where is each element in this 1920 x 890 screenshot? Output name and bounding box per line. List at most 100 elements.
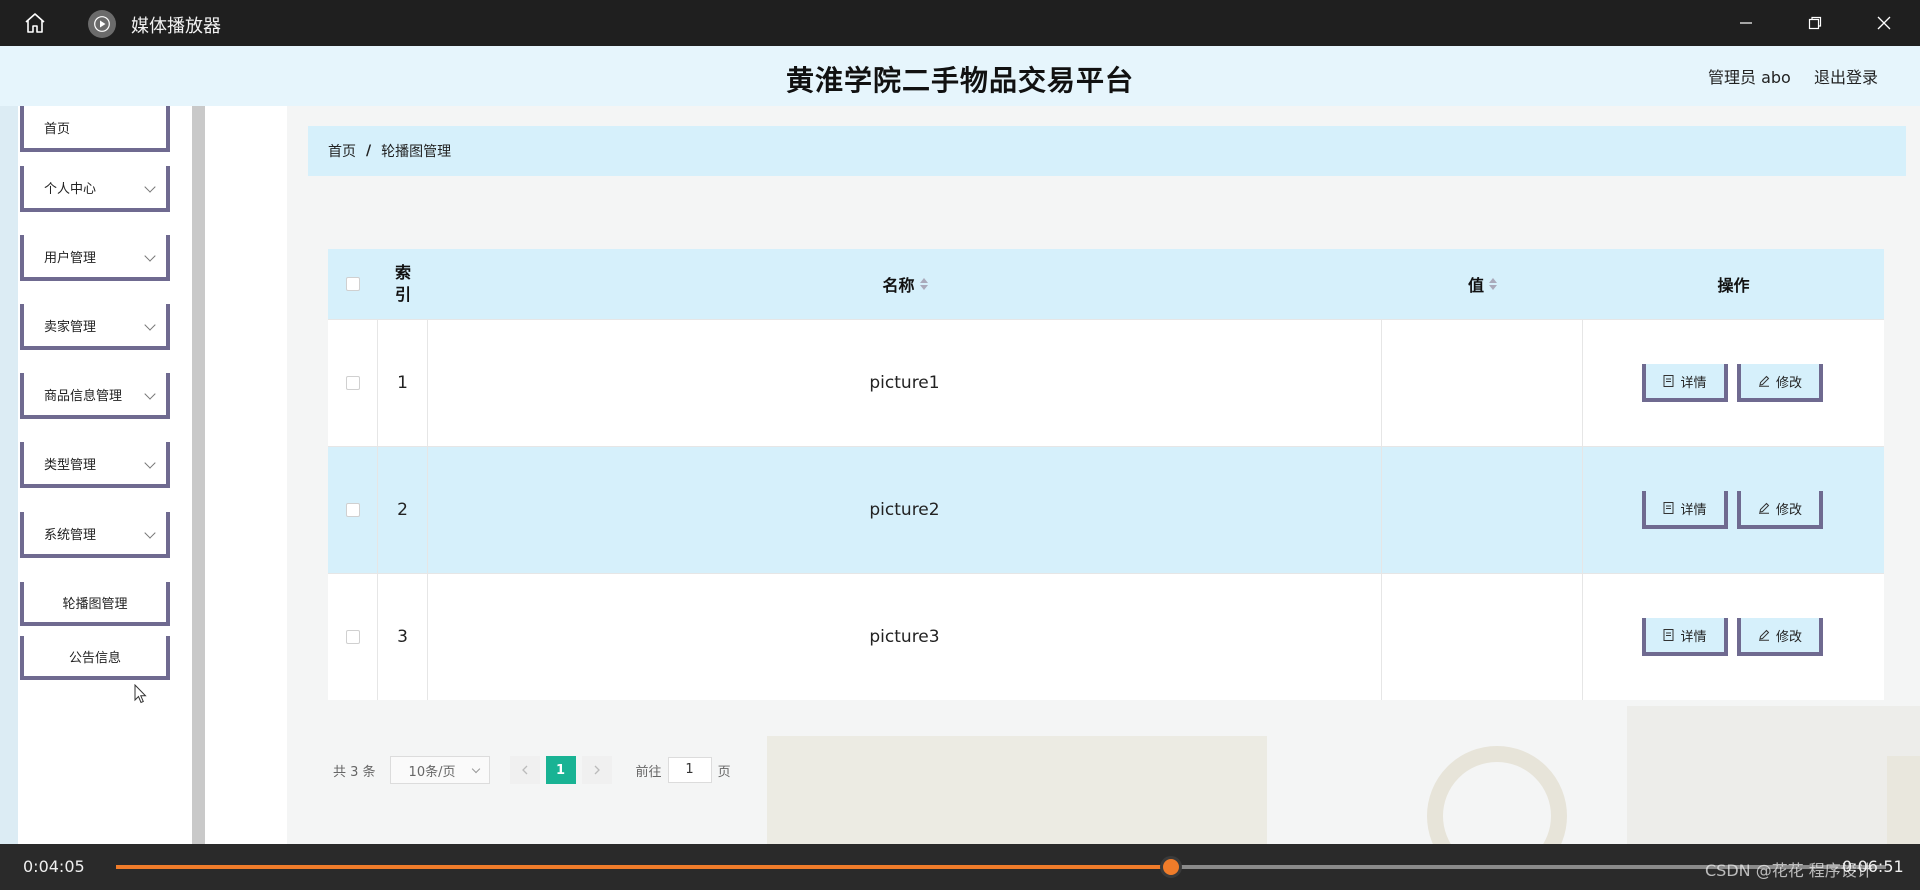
sidebar-item-carousel[interactable]: 轮播图管理 <box>20 582 170 626</box>
background-decoration <box>1627 706 1920 844</box>
breadcrumb-home[interactable]: 首页 <box>328 141 356 161</box>
sidebar-item-label: 商品信息管理 <box>44 388 123 404</box>
sidebar-item-announcements[interactable]: 公告信息 <box>20 636 170 680</box>
row-ops-cell: 详情 修改 <box>1583 320 1884 446</box>
table-header: 索 引 名称 值 操作 <box>328 249 1884 319</box>
row-checkbox[interactable] <box>345 376 360 390</box>
edit-button-label: 修改 <box>1775 629 1802 645</box>
chevron-down-icon <box>144 388 156 400</box>
edit-button-label: 修改 <box>1775 502 1802 518</box>
row-ops-cell: 详情 修改 <box>1583 447 1884 573</box>
chevron-down-icon <box>471 764 480 774</box>
current-time: 0:04:05 <box>23 857 85 876</box>
table-row: 2 picture2 详情 修改 <box>328 446 1884 573</box>
row-index: 1 <box>397 373 408 393</box>
maximize-icon[interactable] <box>1797 8 1833 38</box>
row-checkbox[interactable] <box>345 630 360 644</box>
close-icon[interactable] <box>1866 8 1902 38</box>
pagination: 共 3 条 10条/页 1 前往 1 页 <box>333 756 731 784</box>
edit-button[interactable]: 修改 <box>1737 618 1823 656</box>
pagination-total: 共 3 条 <box>333 764 376 780</box>
background-decoration <box>1887 756 1920 844</box>
header-index-line: 索 <box>394 263 411 282</box>
chevron-left-icon <box>521 765 528 775</box>
row-name: picture1 <box>869 373 940 393</box>
seek-bar[interactable] <box>116 856 1886 878</box>
site-header: 黄淮学院二手物品交易平台 管理员 abo 退出登录 <box>0 46 1920 106</box>
row-ops-cell: 详情 修改 <box>1583 574 1884 700</box>
minimize-icon[interactable] <box>1728 8 1764 38</box>
sort-icon[interactable] <box>919 278 928 290</box>
row-name: picture2 <box>869 500 940 520</box>
edit-button[interactable]: 修改 <box>1737 491 1823 529</box>
sidebar-item-seller-management[interactable]: 卖家管理 <box>20 304 170 350</box>
admin-label: 管理员 abo <box>1708 68 1791 87</box>
chevron-down-icon <box>144 319 156 331</box>
sidebar-item-goods-management[interactable]: 商品信息管理 <box>20 373 170 419</box>
background-decoration <box>767 736 1267 844</box>
sidebar-item-system-management[interactable]: 系统管理 <box>20 512 170 558</box>
row-index-cell: 2 <box>378 447 428 573</box>
sidebar-item-type-management[interactable]: 类型管理 <box>20 442 170 488</box>
seek-bar-progress <box>116 865 1171 869</box>
select-all-checkbox[interactable] <box>346 277 360 291</box>
detail-button[interactable]: 详情 <box>1642 618 1728 656</box>
edit-icon <box>1758 375 1770 387</box>
chevron-down-icon <box>144 457 156 469</box>
row-value-cell <box>1382 320 1583 446</box>
total-time: 0:06:51 <box>1842 857 1904 876</box>
player-title-bar: 媒体播放器 <box>0 0 1920 46</box>
sidebar-item-label: 用户管理 <box>44 250 97 266</box>
logout-link[interactable]: 退出登录 <box>1814 64 1878 88</box>
detail-button[interactable]: 详情 <box>1642 364 1728 402</box>
row-index-cell: 1 <box>378 320 428 446</box>
row-checkbox-cell <box>328 447 378 573</box>
prev-page-button[interactable] <box>509 756 540 784</box>
chevron-right-icon <box>594 765 600 775</box>
sidebar-item-label: 类型管理 <box>44 457 97 473</box>
table-row: 1 picture1 详情 修改 <box>328 319 1884 446</box>
header-name[interactable]: 名称 <box>428 249 1382 319</box>
chevron-down-icon <box>144 181 156 193</box>
row-name-cell: picture1 <box>428 320 1382 446</box>
row-checkbox-cell <box>328 574 378 700</box>
sort-icon[interactable] <box>1489 278 1497 290</box>
row-value-cell <box>1382 574 1583 700</box>
sidebar-item-personal-center[interactable]: 个人中心 <box>20 166 170 212</box>
page-size-select[interactable]: 10条/页 <box>389 756 490 784</box>
video-frame: 黄淮学院二手物品交易平台 管理员 abo 退出登录 首页 个人中心 用户管理 卖… <box>0 46 1920 844</box>
play-icon <box>88 10 116 38</box>
header-ops-label: 操作 <box>1717 276 1750 295</box>
background-decoration <box>1427 746 1567 844</box>
edit-button[interactable]: 修改 <box>1737 364 1823 402</box>
breadcrumb-current: 轮播图管理 <box>381 144 452 160</box>
sidebar-item-label: 卖家管理 <box>44 319 97 335</box>
seek-handle[interactable] <box>1159 856 1182 878</box>
sidebar-item-label: 首页 <box>44 121 71 137</box>
header-value[interactable]: 值 <box>1382 249 1583 319</box>
detail-button[interactable]: 详情 <box>1642 491 1728 529</box>
content-gutter <box>205 106 287 844</box>
sidebar-item-user-management[interactable]: 用户管理 <box>20 235 170 281</box>
next-page-button[interactable] <box>581 756 612 784</box>
edit-button-label: 修改 <box>1775 375 1802 391</box>
page-number-current[interactable]: 1 <box>545 756 576 784</box>
carousel-table: 索 引 名称 值 操作 1 picture1 详情 修改 2 picture2 … <box>328 249 1884 700</box>
document-icon <box>1663 502 1674 514</box>
edit-icon <box>1758 629 1770 641</box>
sidebar-scrollbar[interactable] <box>192 106 205 844</box>
chevron-down-icon <box>144 527 156 539</box>
row-checkbox[interactable] <box>345 503 360 517</box>
sidebar-item-home[interactable]: 首页 <box>20 106 170 152</box>
row-index-cell: 3 <box>378 574 428 700</box>
home-icon[interactable] <box>18 8 52 38</box>
row-name-cell: picture3 <box>428 574 1382 700</box>
mouse-cursor-icon <box>134 683 148 708</box>
row-index: 3 <box>397 627 408 647</box>
chevron-down-icon <box>144 250 156 262</box>
breadcrumb: 首页 / 轮播图管理 <box>308 126 1906 176</box>
header-ops: 操作 <box>1583 249 1884 319</box>
goto-prefix: 前往 <box>635 764 662 780</box>
sidebar-item-label: 轮播图管理 <box>62 596 128 612</box>
goto-page-input[interactable]: 1 <box>667 757 712 783</box>
